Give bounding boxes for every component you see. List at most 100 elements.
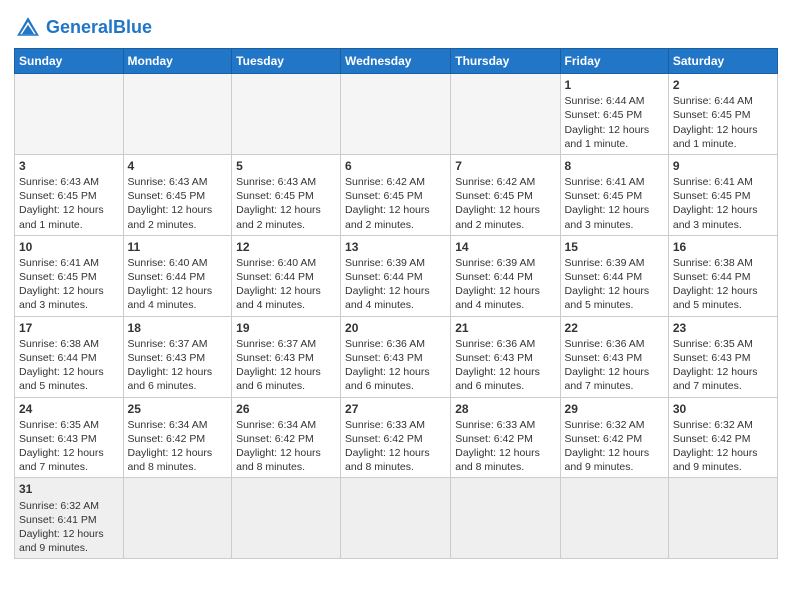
calendar-cell: 21Sunrise: 6:36 AM Sunset: 6:43 PM Dayli… (451, 316, 560, 397)
day-number: 7 (455, 158, 555, 174)
calendar-cell: 15Sunrise: 6:39 AM Sunset: 6:44 PM Dayli… (560, 235, 668, 316)
weekday-header-thursday: Thursday (451, 49, 560, 74)
page: GeneralBlue SundayMondayTuesdayWednesday… (0, 0, 792, 612)
calendar-cell (232, 74, 341, 155)
day-number: 22 (565, 320, 664, 336)
day-info: Sunrise: 6:41 AM Sunset: 6:45 PM Dayligh… (565, 175, 664, 232)
day-info: Sunrise: 6:42 AM Sunset: 6:45 PM Dayligh… (455, 175, 555, 232)
calendar-cell: 16Sunrise: 6:38 AM Sunset: 6:44 PM Dayli… (668, 235, 777, 316)
calendar-cell: 6Sunrise: 6:42 AM Sunset: 6:45 PM Daylig… (341, 154, 451, 235)
week-row-2: 3Sunrise: 6:43 AM Sunset: 6:45 PM Daylig… (15, 154, 778, 235)
day-info: Sunrise: 6:33 AM Sunset: 6:42 PM Dayligh… (455, 418, 555, 475)
calendar-cell: 19Sunrise: 6:37 AM Sunset: 6:43 PM Dayli… (232, 316, 341, 397)
day-number: 2 (673, 77, 773, 93)
logo: GeneralBlue (14, 14, 152, 42)
day-info: Sunrise: 6:39 AM Sunset: 6:44 PM Dayligh… (565, 256, 664, 313)
calendar-cell: 11Sunrise: 6:40 AM Sunset: 6:44 PM Dayli… (123, 235, 232, 316)
calendar-cell: 23Sunrise: 6:35 AM Sunset: 6:43 PM Dayli… (668, 316, 777, 397)
day-info: Sunrise: 6:33 AM Sunset: 6:42 PM Dayligh… (345, 418, 446, 475)
day-number: 11 (128, 239, 228, 255)
calendar-cell: 31Sunrise: 6:32 AM Sunset: 6:41 PM Dayli… (15, 478, 124, 559)
day-number: 25 (128, 401, 228, 417)
day-info: Sunrise: 6:44 AM Sunset: 6:45 PM Dayligh… (673, 94, 773, 151)
day-number: 8 (565, 158, 664, 174)
calendar-cell: 18Sunrise: 6:37 AM Sunset: 6:43 PM Dayli… (123, 316, 232, 397)
calendar-cell: 28Sunrise: 6:33 AM Sunset: 6:42 PM Dayli… (451, 397, 560, 478)
day-info: Sunrise: 6:42 AM Sunset: 6:45 PM Dayligh… (345, 175, 446, 232)
calendar-cell (560, 478, 668, 559)
header: GeneralBlue (14, 10, 778, 42)
day-info: Sunrise: 6:38 AM Sunset: 6:44 PM Dayligh… (673, 256, 773, 313)
calendar-cell: 12Sunrise: 6:40 AM Sunset: 6:44 PM Dayli… (232, 235, 341, 316)
day-info: Sunrise: 6:37 AM Sunset: 6:43 PM Dayligh… (236, 337, 336, 394)
calendar-cell (123, 478, 232, 559)
calendar-cell: 14Sunrise: 6:39 AM Sunset: 6:44 PM Dayli… (451, 235, 560, 316)
day-number: 17 (19, 320, 119, 336)
day-info: Sunrise: 6:39 AM Sunset: 6:44 PM Dayligh… (345, 256, 446, 313)
day-info: Sunrise: 6:40 AM Sunset: 6:44 PM Dayligh… (236, 256, 336, 313)
day-number: 26 (236, 401, 336, 417)
day-info: Sunrise: 6:36 AM Sunset: 6:43 PM Dayligh… (565, 337, 664, 394)
week-row-4: 17Sunrise: 6:38 AM Sunset: 6:44 PM Dayli… (15, 316, 778, 397)
day-number: 18 (128, 320, 228, 336)
day-number: 1 (565, 77, 664, 93)
week-row-3: 10Sunrise: 6:41 AM Sunset: 6:45 PM Dayli… (15, 235, 778, 316)
calendar-cell: 7Sunrise: 6:42 AM Sunset: 6:45 PM Daylig… (451, 154, 560, 235)
calendar-table: SundayMondayTuesdayWednesdayThursdayFrid… (14, 48, 778, 559)
logo-general: General (46, 17, 113, 37)
calendar-cell (232, 478, 341, 559)
day-info: Sunrise: 6:40 AM Sunset: 6:44 PM Dayligh… (128, 256, 228, 313)
calendar-header: SundayMondayTuesdayWednesdayThursdayFrid… (15, 49, 778, 74)
day-number: 9 (673, 158, 773, 174)
logo-text: GeneralBlue (46, 18, 152, 38)
calendar-cell: 1Sunrise: 6:44 AM Sunset: 6:45 PM Daylig… (560, 74, 668, 155)
weekday-header-tuesday: Tuesday (232, 49, 341, 74)
day-number: 20 (345, 320, 446, 336)
weekday-header-wednesday: Wednesday (341, 49, 451, 74)
week-row-1: 1Sunrise: 6:44 AM Sunset: 6:45 PM Daylig… (15, 74, 778, 155)
day-info: Sunrise: 6:44 AM Sunset: 6:45 PM Dayligh… (565, 94, 664, 151)
calendar-cell (668, 478, 777, 559)
day-number: 28 (455, 401, 555, 417)
day-number: 19 (236, 320, 336, 336)
day-number: 14 (455, 239, 555, 255)
day-number: 12 (236, 239, 336, 255)
calendar-cell (341, 478, 451, 559)
day-info: Sunrise: 6:43 AM Sunset: 6:45 PM Dayligh… (19, 175, 119, 232)
day-number: 27 (345, 401, 446, 417)
day-number: 31 (19, 481, 119, 497)
week-row-5: 24Sunrise: 6:35 AM Sunset: 6:43 PM Dayli… (15, 397, 778, 478)
day-number: 24 (19, 401, 119, 417)
week-row-6: 31Sunrise: 6:32 AM Sunset: 6:41 PM Dayli… (15, 478, 778, 559)
calendar-cell: 17Sunrise: 6:38 AM Sunset: 6:44 PM Dayli… (15, 316, 124, 397)
calendar-cell: 22Sunrise: 6:36 AM Sunset: 6:43 PM Dayli… (560, 316, 668, 397)
day-info: Sunrise: 6:37 AM Sunset: 6:43 PM Dayligh… (128, 337, 228, 394)
day-info: Sunrise: 6:35 AM Sunset: 6:43 PM Dayligh… (673, 337, 773, 394)
logo-blue: Blue (113, 17, 152, 37)
calendar-cell: 27Sunrise: 6:33 AM Sunset: 6:42 PM Dayli… (341, 397, 451, 478)
day-info: Sunrise: 6:41 AM Sunset: 6:45 PM Dayligh… (19, 256, 119, 313)
calendar-cell: 26Sunrise: 6:34 AM Sunset: 6:42 PM Dayli… (232, 397, 341, 478)
day-number: 5 (236, 158, 336, 174)
calendar-cell: 13Sunrise: 6:39 AM Sunset: 6:44 PM Dayli… (341, 235, 451, 316)
day-info: Sunrise: 6:38 AM Sunset: 6:44 PM Dayligh… (19, 337, 119, 394)
calendar-cell (15, 74, 124, 155)
calendar-cell: 29Sunrise: 6:32 AM Sunset: 6:42 PM Dayli… (560, 397, 668, 478)
calendar-cell: 3Sunrise: 6:43 AM Sunset: 6:45 PM Daylig… (15, 154, 124, 235)
calendar-cell (123, 74, 232, 155)
calendar-cell: 9Sunrise: 6:41 AM Sunset: 6:45 PM Daylig… (668, 154, 777, 235)
day-info: Sunrise: 6:36 AM Sunset: 6:43 PM Dayligh… (345, 337, 446, 394)
day-info: Sunrise: 6:41 AM Sunset: 6:45 PM Dayligh… (673, 175, 773, 232)
calendar-cell: 2Sunrise: 6:44 AM Sunset: 6:45 PM Daylig… (668, 74, 777, 155)
weekday-header-saturday: Saturday (668, 49, 777, 74)
weekday-header-sunday: Sunday (15, 49, 124, 74)
day-number: 30 (673, 401, 773, 417)
calendar-cell (451, 74, 560, 155)
day-info: Sunrise: 6:39 AM Sunset: 6:44 PM Dayligh… (455, 256, 555, 313)
calendar-cell: 24Sunrise: 6:35 AM Sunset: 6:43 PM Dayli… (15, 397, 124, 478)
day-info: Sunrise: 6:36 AM Sunset: 6:43 PM Dayligh… (455, 337, 555, 394)
day-info: Sunrise: 6:32 AM Sunset: 6:42 PM Dayligh… (565, 418, 664, 475)
calendar-cell: 25Sunrise: 6:34 AM Sunset: 6:42 PM Dayli… (123, 397, 232, 478)
calendar-body: 1Sunrise: 6:44 AM Sunset: 6:45 PM Daylig… (15, 74, 778, 559)
calendar-cell: 10Sunrise: 6:41 AM Sunset: 6:45 PM Dayli… (15, 235, 124, 316)
